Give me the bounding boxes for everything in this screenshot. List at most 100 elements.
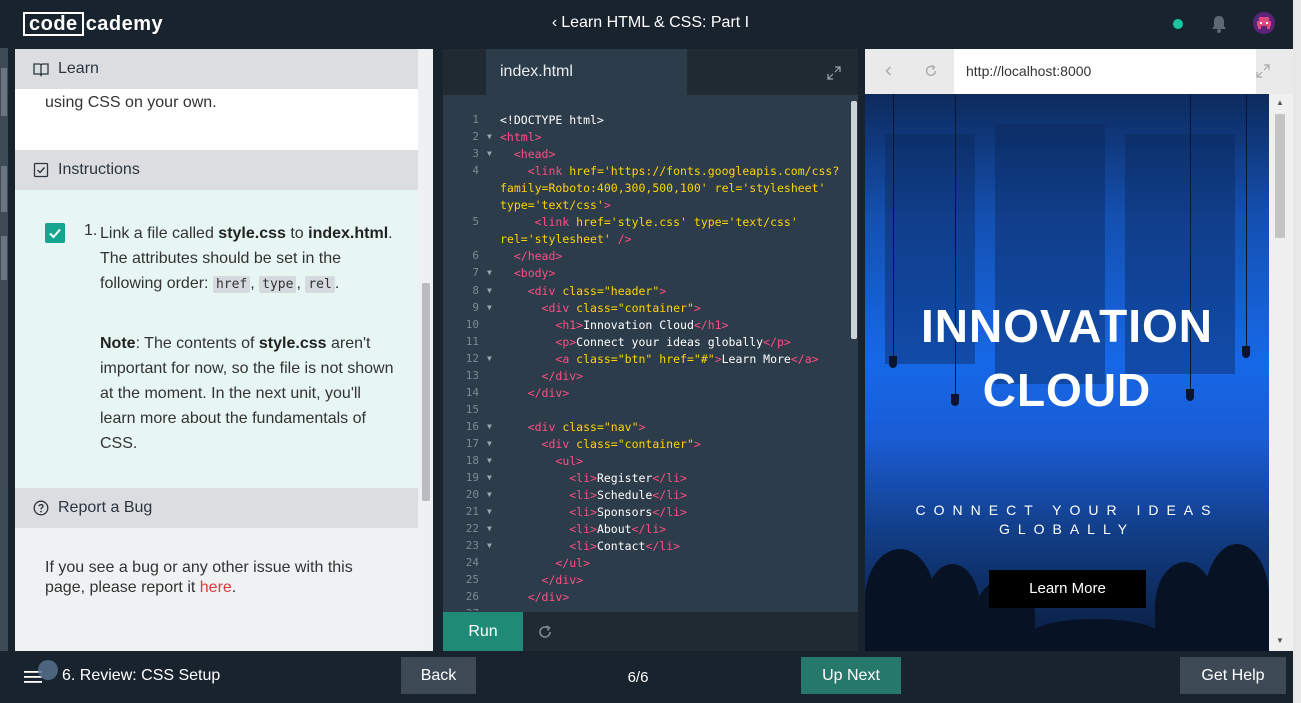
code-area[interactable]: 1 <!DOCTYPE html> 2 ▼ <html> 3 ▼ <head> 4 <link… xyxy=(443,105,848,611)
learn-scrollbar[interactable] xyxy=(418,49,433,651)
scroll-down-arrow-icon[interactable]: ▼ xyxy=(1276,636,1284,645)
code-line[interactable]: type='text/css'> xyxy=(500,198,611,212)
lesson-name[interactable]: 6. Review: CSS Setup xyxy=(62,667,220,685)
fold-arrow-icon[interactable]: ▼ xyxy=(487,422,492,431)
line-number: 14 xyxy=(465,385,479,399)
line-number: 24 xyxy=(465,556,479,570)
task-complete-checkbox[interactable] xyxy=(45,223,65,243)
fold-arrow-icon[interactable]: ▼ xyxy=(487,286,492,295)
code-line[interactable]: <link href='https://fonts.googleapis.com… xyxy=(500,164,840,178)
code-line[interactable]: <link href='style.css' type='text/css' xyxy=(500,215,798,229)
code-line[interactable]: <li>About</li> xyxy=(500,522,666,536)
code-line[interactable]: </div> xyxy=(500,386,570,400)
refresh-icon[interactable] xyxy=(537,624,553,640)
line-number: 2 xyxy=(472,130,479,144)
code-token: > xyxy=(659,283,667,298)
code-line[interactable]: <li>Contact</li> xyxy=(500,539,680,553)
fold-arrow-icon[interactable]: ▼ xyxy=(487,439,492,448)
fold-arrow-icon[interactable]: ▼ xyxy=(487,541,492,550)
learn-scrollbar-thumb[interactable] xyxy=(422,283,430,501)
report-bug-header[interactable]: Report a Bug xyxy=(15,488,418,528)
code-line[interactable]: </div> xyxy=(500,369,584,383)
get-help-button[interactable]: Get Help xyxy=(1180,657,1286,694)
code-token: Connect your ideas globally xyxy=(576,334,764,349)
course-title[interactable]: ‹ Learn HTML & CSS: Part I xyxy=(0,14,1301,32)
reload-icon[interactable] xyxy=(924,64,938,78)
back-arrow-icon[interactable] xyxy=(882,64,896,78)
code-token: type= xyxy=(693,215,729,230)
line-number: 26 xyxy=(465,590,479,604)
code-token: <p> xyxy=(555,334,577,349)
file-tab-index-html[interactable]: index.html xyxy=(486,49,687,95)
code-line[interactable]: <div class="header"> xyxy=(500,283,667,298)
instructions-body: 1. Link a file called style.css to index… xyxy=(15,190,418,488)
editor-scrollbar-thumb[interactable] xyxy=(851,101,857,339)
fold-arrow-icon[interactable]: ▼ xyxy=(487,507,492,516)
code-token: 'text/css' xyxy=(728,215,798,230)
fold-arrow-icon[interactable]: ▼ xyxy=(487,490,492,499)
expand-icon[interactable] xyxy=(827,66,841,80)
fold-arrow-icon[interactable]: ▼ xyxy=(487,456,492,465)
code-line[interactable]: <p>Connect your ideas globally</p> xyxy=(500,334,790,349)
bell-icon[interactable] xyxy=(1210,14,1228,34)
line-number: 18 xyxy=(465,454,479,467)
code-token: "header" xyxy=(603,283,660,298)
code-token: "btn" xyxy=(617,351,653,366)
code-line[interactable]: <li>Sponsors</li> xyxy=(500,505,687,519)
code-token: </li> xyxy=(631,522,667,537)
fold-arrow-icon[interactable]: ▼ xyxy=(487,149,492,158)
line-number: 27 xyxy=(463,607,479,611)
code-line[interactable]: <div class="container"> xyxy=(500,437,701,451)
instructions-header[interactable]: Instructions xyxy=(15,150,418,190)
hero-learn-more-button[interactable]: Learn More xyxy=(989,570,1146,608)
lesson-progress: 6/6 xyxy=(627,669,649,686)
code-line[interactable]: family=Roboto:400,300,500,100' rel='styl… xyxy=(500,181,825,195)
book-icon xyxy=(33,63,49,77)
code-token: 'text/css' xyxy=(534,198,604,213)
code-token: Learn More xyxy=(721,351,791,366)
fold-arrow-icon[interactable]: ▼ xyxy=(487,354,492,363)
avatar[interactable] xyxy=(1253,12,1275,34)
code-line[interactable]: <h1>Innovation Cloud</h1> xyxy=(500,318,728,332)
back-button[interactable]: Back xyxy=(401,657,476,694)
fold-arrow-icon[interactable]: ▼ xyxy=(487,268,492,277)
preview-scrollbar[interactable]: ▲ ▼ xyxy=(1269,94,1293,651)
code-line[interactable]: <li>Register</li> xyxy=(500,471,687,485)
code-line[interactable]: <head> xyxy=(500,147,556,162)
code-line[interactable]: </ul> xyxy=(500,556,590,570)
run-button[interactable]: Run xyxy=(443,612,523,651)
editor-run-bar: Run xyxy=(443,612,858,651)
code-token: > xyxy=(603,198,611,213)
fold-arrow-icon[interactable]: ▼ xyxy=(487,524,492,533)
up-next-button[interactable]: Up Next xyxy=(801,657,901,694)
code-line[interactable]: </div> xyxy=(500,590,570,604)
code-token: <head> xyxy=(513,147,556,162)
code-line[interactable]: rel='stylesheet' /> xyxy=(500,232,632,246)
learn-header[interactable]: Learn xyxy=(15,49,418,89)
url-bar[interactable]: http://localhost:8000 xyxy=(954,49,1256,94)
fold-arrow-icon[interactable]: ▼ xyxy=(487,303,492,312)
code-line[interactable]: </div> xyxy=(500,573,584,587)
expand-icon[interactable] xyxy=(1256,64,1270,78)
code-line[interactable]: </head> xyxy=(500,249,562,263)
code-line[interactable]: <div class="container"> xyxy=(500,301,701,315)
edge-mark xyxy=(1,68,7,116)
code-line[interactable]: <li>Schedule</li> xyxy=(500,488,687,502)
code-token: <li> xyxy=(569,471,597,486)
code-line[interactable]: <a class="btn" href="#">Learn More</a> xyxy=(500,351,818,366)
code-line[interactable]: <div class="nav"> xyxy=(500,420,646,434)
code-line[interactable]: <!DOCTYPE html> xyxy=(500,113,604,127)
code-token: "container" xyxy=(617,436,694,451)
fold-arrow-icon[interactable]: ▼ xyxy=(487,132,492,141)
code-line[interactable]: <body> xyxy=(500,266,556,280)
preview-scrollbar-thumb[interactable] xyxy=(1275,114,1285,238)
report-bug-link[interactable]: here xyxy=(200,579,232,596)
fold-arrow-icon[interactable]: ▼ xyxy=(487,473,492,482)
code-line[interactable]: <ul> xyxy=(500,454,583,468)
code-line[interactable]: <html> xyxy=(500,130,542,144)
scroll-up-arrow-icon[interactable]: ▲ xyxy=(1276,98,1284,107)
